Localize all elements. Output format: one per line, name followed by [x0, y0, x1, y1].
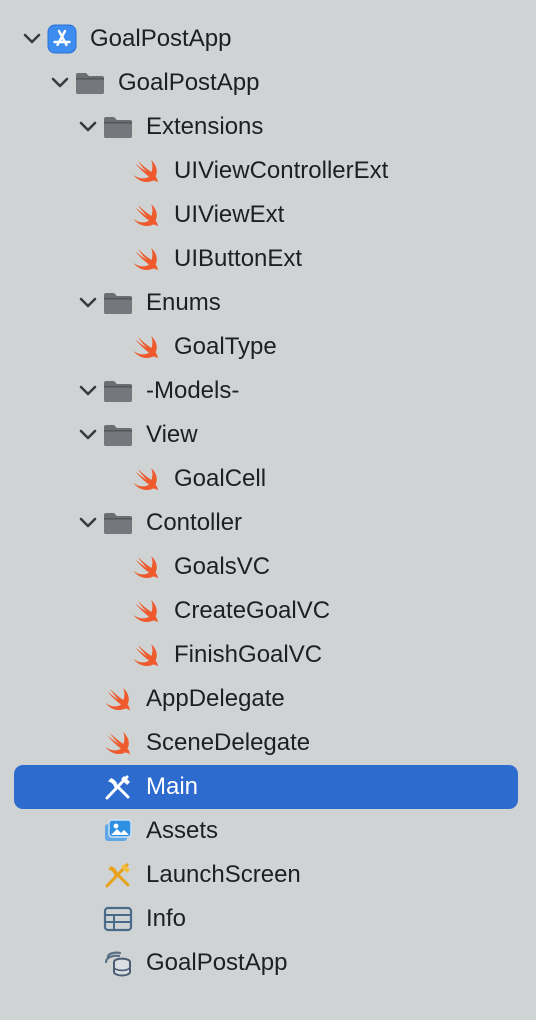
tree-item-label: AppDelegate — [146, 685, 285, 712]
tree-item-label: GoalPostApp — [118, 69, 260, 96]
swift-icon — [130, 155, 162, 187]
swift-icon — [102, 683, 134, 715]
chevron-down-icon[interactable] — [77, 424, 99, 446]
plist-icon — [102, 903, 134, 935]
tree-item-appdelegate[interactable]: AppDelegate — [14, 677, 518, 721]
swift-icon — [130, 551, 162, 583]
tree-item-goalpostapp[interactable]: GoalPostApp — [14, 941, 518, 985]
folder-icon — [102, 111, 134, 143]
tree-item-info[interactable]: Info — [14, 897, 518, 941]
tree-item-models[interactable]: -Models- — [14, 369, 518, 413]
tree-item-label: Enums — [146, 289, 221, 316]
app-project-icon — [46, 23, 78, 55]
tree-item-label: UIButtonExt — [174, 245, 303, 272]
folder-icon — [74, 67, 106, 99]
tree-item-scenedelegate[interactable]: SceneDelegate — [14, 721, 518, 765]
tree-item-launchscreen[interactable]: LaunchScreen — [14, 853, 518, 897]
swift-icon — [130, 331, 162, 363]
swift-icon — [130, 199, 162, 231]
tree-item-label: CreateGoalVC — [174, 597, 331, 624]
tree-item-label: SceneDelegate — [146, 729, 311, 756]
chevron-down-icon[interactable] — [77, 292, 99, 314]
tree-item-label: UIViewExt — [174, 201, 285, 228]
tree-item-assets[interactable]: Assets — [14, 809, 518, 853]
asset-catalog-icon — [102, 815, 134, 847]
tree-item-extensions[interactable]: Extensions — [14, 105, 518, 149]
tree-item-enums[interactable]: Enums — [14, 281, 518, 325]
tree-item-label: GoalsVC — [174, 553, 271, 580]
tree-item-contoller[interactable]: Contoller — [14, 501, 518, 545]
tree-item-label: Main — [146, 773, 199, 800]
tree-item-label: Info — [146, 905, 187, 932]
tree-item-label: -Models- — [146, 377, 240, 404]
tree-item-label: LaunchScreen — [146, 861, 301, 888]
chevron-down-icon[interactable] — [77, 380, 99, 402]
tree-item-uiviewcontrollerext[interactable]: UIViewControllerExt — [14, 149, 518, 193]
swift-icon — [130, 595, 162, 627]
project-navigator: GoalPostApp GoalPostApp Extensions UIViewCo… — [0, 0, 536, 1020]
tree-item-label: Extensions — [146, 113, 264, 140]
chevron-down-icon[interactable] — [21, 28, 43, 50]
tree-item-label: Assets — [146, 817, 219, 844]
chevron-down-icon[interactable] — [77, 512, 99, 534]
data-model-icon — [102, 947, 134, 979]
tree-item-goaltype[interactable]: GoalType — [14, 325, 518, 369]
tree-item-label: GoalType — [174, 333, 277, 360]
tree-item-goalpostapp[interactable]: GoalPostApp — [14, 17, 518, 61]
tree-item-label: View — [146, 421, 198, 448]
tree-item-label: GoalPostApp — [146, 949, 288, 976]
folder-icon — [102, 507, 134, 539]
tree-item-main[interactable]: Main — [14, 765, 518, 809]
tree-item-uibuttonext[interactable]: UIButtonExt — [14, 237, 518, 281]
swift-icon — [130, 243, 162, 275]
tree-item-label: FinishGoalVC — [174, 641, 323, 668]
chevron-down-icon[interactable] — [49, 72, 71, 94]
folder-icon — [102, 375, 134, 407]
chevron-down-icon[interactable] — [77, 116, 99, 138]
swift-icon — [130, 639, 162, 671]
storyboard-icon — [102, 859, 134, 891]
tree-item-view[interactable]: View — [14, 413, 518, 457]
tree-item-label: GoalCell — [174, 465, 267, 492]
tree-item-creategoalvc[interactable]: CreateGoalVC — [14, 589, 518, 633]
tree-item-goalpostapp[interactable]: GoalPostApp — [14, 61, 518, 105]
tree-item-finishgoalvc[interactable]: FinishGoalVC — [14, 633, 518, 677]
tree-item-goalsvc[interactable]: GoalsVC — [14, 545, 518, 589]
storyboard-icon — [102, 771, 134, 803]
folder-icon — [102, 419, 134, 451]
swift-icon — [102, 727, 134, 759]
folder-icon — [102, 287, 134, 319]
tree-item-label: UIViewControllerExt — [174, 157, 389, 184]
tree-item-label: Contoller — [146, 509, 243, 536]
tree-item-uiviewext[interactable]: UIViewExt — [14, 193, 518, 237]
tree-item-label: GoalPostApp — [90, 25, 232, 52]
tree-item-goalcell[interactable]: GoalCell — [14, 457, 518, 501]
swift-icon — [130, 463, 162, 495]
